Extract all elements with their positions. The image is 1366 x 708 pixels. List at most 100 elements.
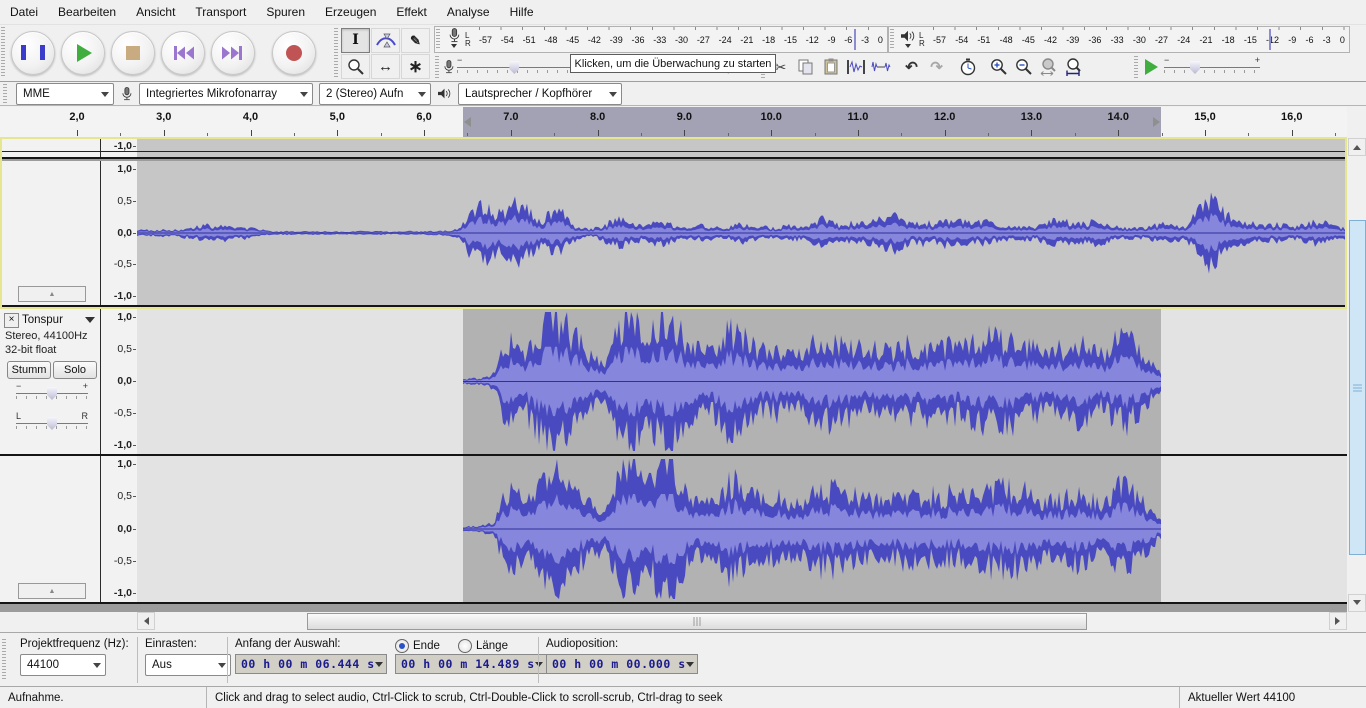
playback-speed-slider[interactable]: − +: [1162, 55, 1262, 79]
copy-button[interactable]: [793, 55, 818, 79]
undo-button[interactable]: ↶: [899, 55, 924, 79]
toolbar-grip[interactable]: [2, 639, 6, 681]
project-rate-dropdown[interactable]: 44100: [20, 654, 106, 676]
stereo-channel-left[interactable]: 1,00,50,0-0,5-1,0: [0, 309, 1347, 454]
meter-menu-caret: [451, 44, 457, 51]
stereo-channel-right[interactable]: 1,00,50,0-0,5-1,0: [0, 456, 1347, 602]
toolbar-grip[interactable]: [435, 56, 439, 78]
vertical-scale-ruler[interactable]: -1,0: [101, 138, 137, 157]
scroll-down-button[interactable]: [1348, 594, 1366, 612]
vertical-scale-ruler[interactable]: 1,00,50,0-0,5-1,0: [101, 309, 137, 454]
scroll-right-button[interactable]: [1329, 612, 1347, 630]
paste-button[interactable]: [818, 55, 843, 79]
menu-item-analyse[interactable]: Analyse: [437, 0, 500, 24]
toolbar-grip[interactable]: [1134, 56, 1138, 78]
play-icon: [77, 44, 92, 62]
timeline-selection[interactable]: [463, 107, 1161, 137]
meter-scale-value: -33: [1111, 35, 1124, 45]
toolbar-grip[interactable]: [1, 27, 5, 78]
selection-tool-button[interactable]: I: [341, 28, 370, 53]
vertical-scale-ruler[interactable]: 1,00,50,0-0,5-1,0: [101, 161, 137, 305]
snap-to-dropdown[interactable]: Aus: [145, 654, 231, 676]
menu-item-erzeugen[interactable]: Erzeugen: [315, 0, 386, 24]
menu-item-hilfe[interactable]: Hilfe: [500, 0, 544, 24]
zoom-in-button[interactable]: [986, 55, 1011, 79]
zoom-out-button[interactable]: [1011, 55, 1036, 79]
horizontal-scrollbar[interactable]: [137, 612, 1347, 630]
menu-item-ansicht[interactable]: Ansicht: [126, 0, 185, 24]
waveform-area[interactable]: [137, 309, 1347, 454]
selected-audio-clip[interactable]: [463, 309, 1161, 454]
skip-to-start-button[interactable]: [161, 31, 205, 75]
timeline-tick-label: 3,0: [156, 111, 171, 123]
trim-audio-button[interactable]: [843, 55, 868, 79]
playback-device-dropdown[interactable]: Lautsprecher / Kopfhörer: [458, 83, 622, 105]
track-control-panel[interactable]: [0, 138, 101, 157]
multi-tool-button[interactable]: ∗: [401, 54, 430, 79]
sync-lock-button[interactable]: [955, 55, 980, 79]
recording-meter[interactable]: LR -57-54-51-48-45-42-39-36-33-30-27-24-…: [434, 26, 888, 53]
playback-meter[interactable]: LR -57-54-51-48-45-42-39-36-33-30-27-24-…: [888, 26, 1350, 53]
selection-start-label: Anfang der Auswahl:: [235, 638, 341, 650]
meter-scale-value: -24: [1177, 35, 1190, 45]
selection-length-radio[interactable]: Länge: [458, 639, 508, 653]
selected-audio-clip[interactable]: [463, 456, 1161, 602]
scroll-left-button[interactable]: [137, 612, 155, 630]
timeline-ruler[interactable]: 2,03,04,05,06,07.08.09.010.011.012.013.0…: [0, 107, 1347, 138]
selection-start-field[interactable]: 00 h 00 m 06.444 s: [235, 654, 387, 674]
selection-end-radio[interactable]: Ende: [395, 639, 440, 653]
fit-selection-button[interactable]: [1036, 55, 1061, 79]
fit-project-button[interactable]: [1061, 55, 1086, 79]
waveform-left-channel[interactable]: [463, 309, 1161, 454]
envelope-tool-button[interactable]: [371, 28, 400, 53]
zoom-tool-button[interactable]: [341, 54, 370, 79]
recording-channels-dropdown[interactable]: 2 (Stereo) Aufn: [319, 83, 431, 105]
menu-item-bearbeiten[interactable]: Bearbeiten: [48, 0, 126, 24]
recording-device-dropdown[interactable]: Integriertes Mikrofonarray: [139, 83, 313, 105]
track-mono[interactable]: ▲ 1,00,50,0-0,5-1,0: [0, 161, 1347, 307]
toolbar-grip[interactable]: [890, 29, 894, 50]
silence-audio-button[interactable]: [868, 55, 893, 79]
draw-tool-button[interactable]: ✎: [401, 28, 430, 53]
status-bar: Aufnahme. Click and drag to select audio…: [0, 686, 1366, 708]
collapse-track-button[interactable]: ▲: [18, 286, 86, 302]
redo-button[interactable]: ↷: [924, 55, 949, 79]
waveform-mono[interactable]: [137, 161, 1347, 305]
meter-scale-value: -33: [653, 35, 666, 45]
menu-item-effekt[interactable]: Effekt: [386, 0, 436, 24]
recording-volume-slider[interactable]: − +: [455, 55, 587, 79]
selection-end-field[interactable]: 00 h 00 m 14.489 s: [395, 654, 547, 674]
audio-position-field[interactable]: 00 h 00 m 00.000 s: [546, 654, 698, 674]
waveform-area[interactable]: [137, 161, 1347, 305]
stop-button[interactable]: [111, 31, 155, 75]
play-at-speed-button[interactable]: [1141, 59, 1162, 75]
skip-to-end-button[interactable]: [211, 31, 255, 75]
record-button[interactable]: [272, 31, 316, 75]
pause-button[interactable]: [11, 31, 55, 75]
toolbar-grip[interactable]: [334, 28, 338, 78]
track-partial[interactable]: -1,0: [0, 138, 1347, 159]
timeline-major-tick: [337, 130, 338, 136]
horizontal-scrollbar-thumb[interactable]: [307, 613, 1087, 630]
menu-item-transport[interactable]: Transport: [185, 0, 256, 24]
audio-host-dropdown[interactable]: MME: [16, 83, 114, 105]
undo-icon: ↶: [905, 58, 918, 76]
waveform-area[interactable]: [137, 138, 1347, 157]
toolbar-grip[interactable]: [3, 84, 7, 103]
toolbar-grip[interactable]: [436, 29, 440, 50]
timeshift-tool-button[interactable]: ↔: [371, 54, 400, 79]
track-area[interactable]: -1,0 ▲ 1,00,50,0-0,5-1,0 × Tonspur Stere…: [0, 138, 1347, 612]
waveform-area[interactable]: [137, 456, 1347, 602]
waveform-right-channel[interactable]: [463, 456, 1161, 602]
menu-item-datei[interactable]: Datei: [0, 0, 48, 24]
play-button[interactable]: [61, 31, 105, 75]
vertical-scrollbar[interactable]: [1348, 138, 1366, 612]
vertical-scrollbar-thumb[interactable]: [1349, 220, 1366, 555]
track-control-panel[interactable]: ▲: [0, 161, 101, 305]
stop-icon: [126, 46, 140, 60]
vertical-scale-ruler[interactable]: 1,00,50,0-0,5-1,0: [101, 456, 137, 602]
scroll-up-button[interactable]: [1348, 138, 1366, 156]
menu-item-spuren[interactable]: Spuren: [256, 0, 315, 24]
monitoring-tooltip[interactable]: Klicken, um die Überwachung zu starten: [570, 54, 776, 73]
track-tonspur[interactable]: × Tonspur Stereo, 44100Hz 32-bit float S…: [0, 309, 1347, 604]
